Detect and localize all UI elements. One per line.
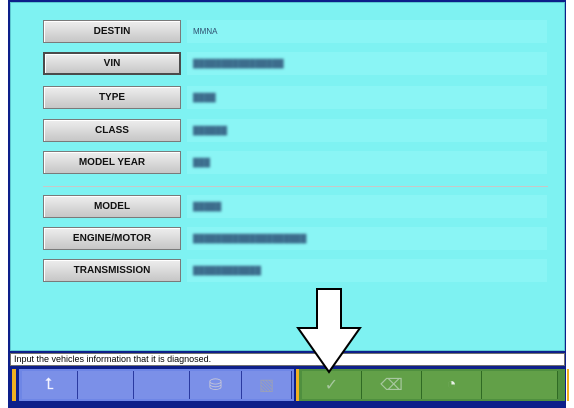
engine-motor-value: ████████████████████ xyxy=(187,227,547,250)
vin-value: ████████████████ xyxy=(187,52,547,75)
section-divider xyxy=(43,186,548,187)
toolbar-blank-button-2[interactable] xyxy=(134,371,190,399)
model-year-button[interactable]: MODEL YEAR xyxy=(43,151,181,174)
status-bar: Input the vehicles information that it i… xyxy=(10,353,565,366)
down-arrow-annotation xyxy=(296,288,362,374)
destin-value: MMNA xyxy=(187,20,547,43)
engine-motor-button[interactable]: ENGINE/MOTOR xyxy=(43,227,181,250)
type-value: ████ xyxy=(187,86,547,109)
return-up-icon: ⮤ xyxy=(44,376,55,393)
document-icon: ▧ xyxy=(258,377,275,394)
application-window: DESTIN MMNA VIN ████████████████ TYPE ██… xyxy=(8,0,569,408)
model-year-value: ███ xyxy=(187,151,547,174)
eraser-button[interactable]: ⌫ xyxy=(362,371,422,399)
toolbar-left-group: ⮤ ⛁ ▧ xyxy=(19,369,294,401)
gauge-button[interactable]: ◔ xyxy=(422,371,482,399)
class-value: ██████ xyxy=(187,119,547,142)
toolbar-blank-button-3[interactable] xyxy=(482,371,558,399)
confirm-button[interactable]: ✓ xyxy=(302,371,362,399)
destin-button[interactable]: DESTIN xyxy=(43,20,181,43)
return-up-button[interactable]: ⮤ xyxy=(22,371,78,399)
bottom-toolbar: ⮤ ⛁ ▧ ✓ ⌫ ◔ xyxy=(10,369,569,403)
vehicle-info-panel: DESTIN MMNA VIN ████████████████ TYPE ██… xyxy=(10,2,565,351)
checkmark-icon: ✓ xyxy=(324,377,339,394)
model-button[interactable]: MODEL xyxy=(43,195,181,218)
gauge-icon: ◔ xyxy=(446,376,457,393)
toolbar-blank-button-1[interactable] xyxy=(78,371,134,399)
vin-button[interactable]: VIN xyxy=(43,52,181,75)
class-button[interactable]: CLASS xyxy=(43,119,181,142)
transmission-value: ████████████ xyxy=(187,259,547,282)
type-button[interactable]: TYPE xyxy=(43,86,181,109)
database-button[interactable]: ⛁ xyxy=(190,371,242,399)
document-button[interactable]: ▧ xyxy=(242,371,292,399)
database-icon: ⛁ xyxy=(208,377,223,394)
transmission-button[interactable]: TRANSMISSION xyxy=(43,259,181,282)
toolbar-left-edge xyxy=(12,369,16,401)
eraser-icon: ⌫ xyxy=(380,377,403,394)
model-value: █████ xyxy=(187,195,547,218)
toolbar-right-edge xyxy=(567,369,569,401)
